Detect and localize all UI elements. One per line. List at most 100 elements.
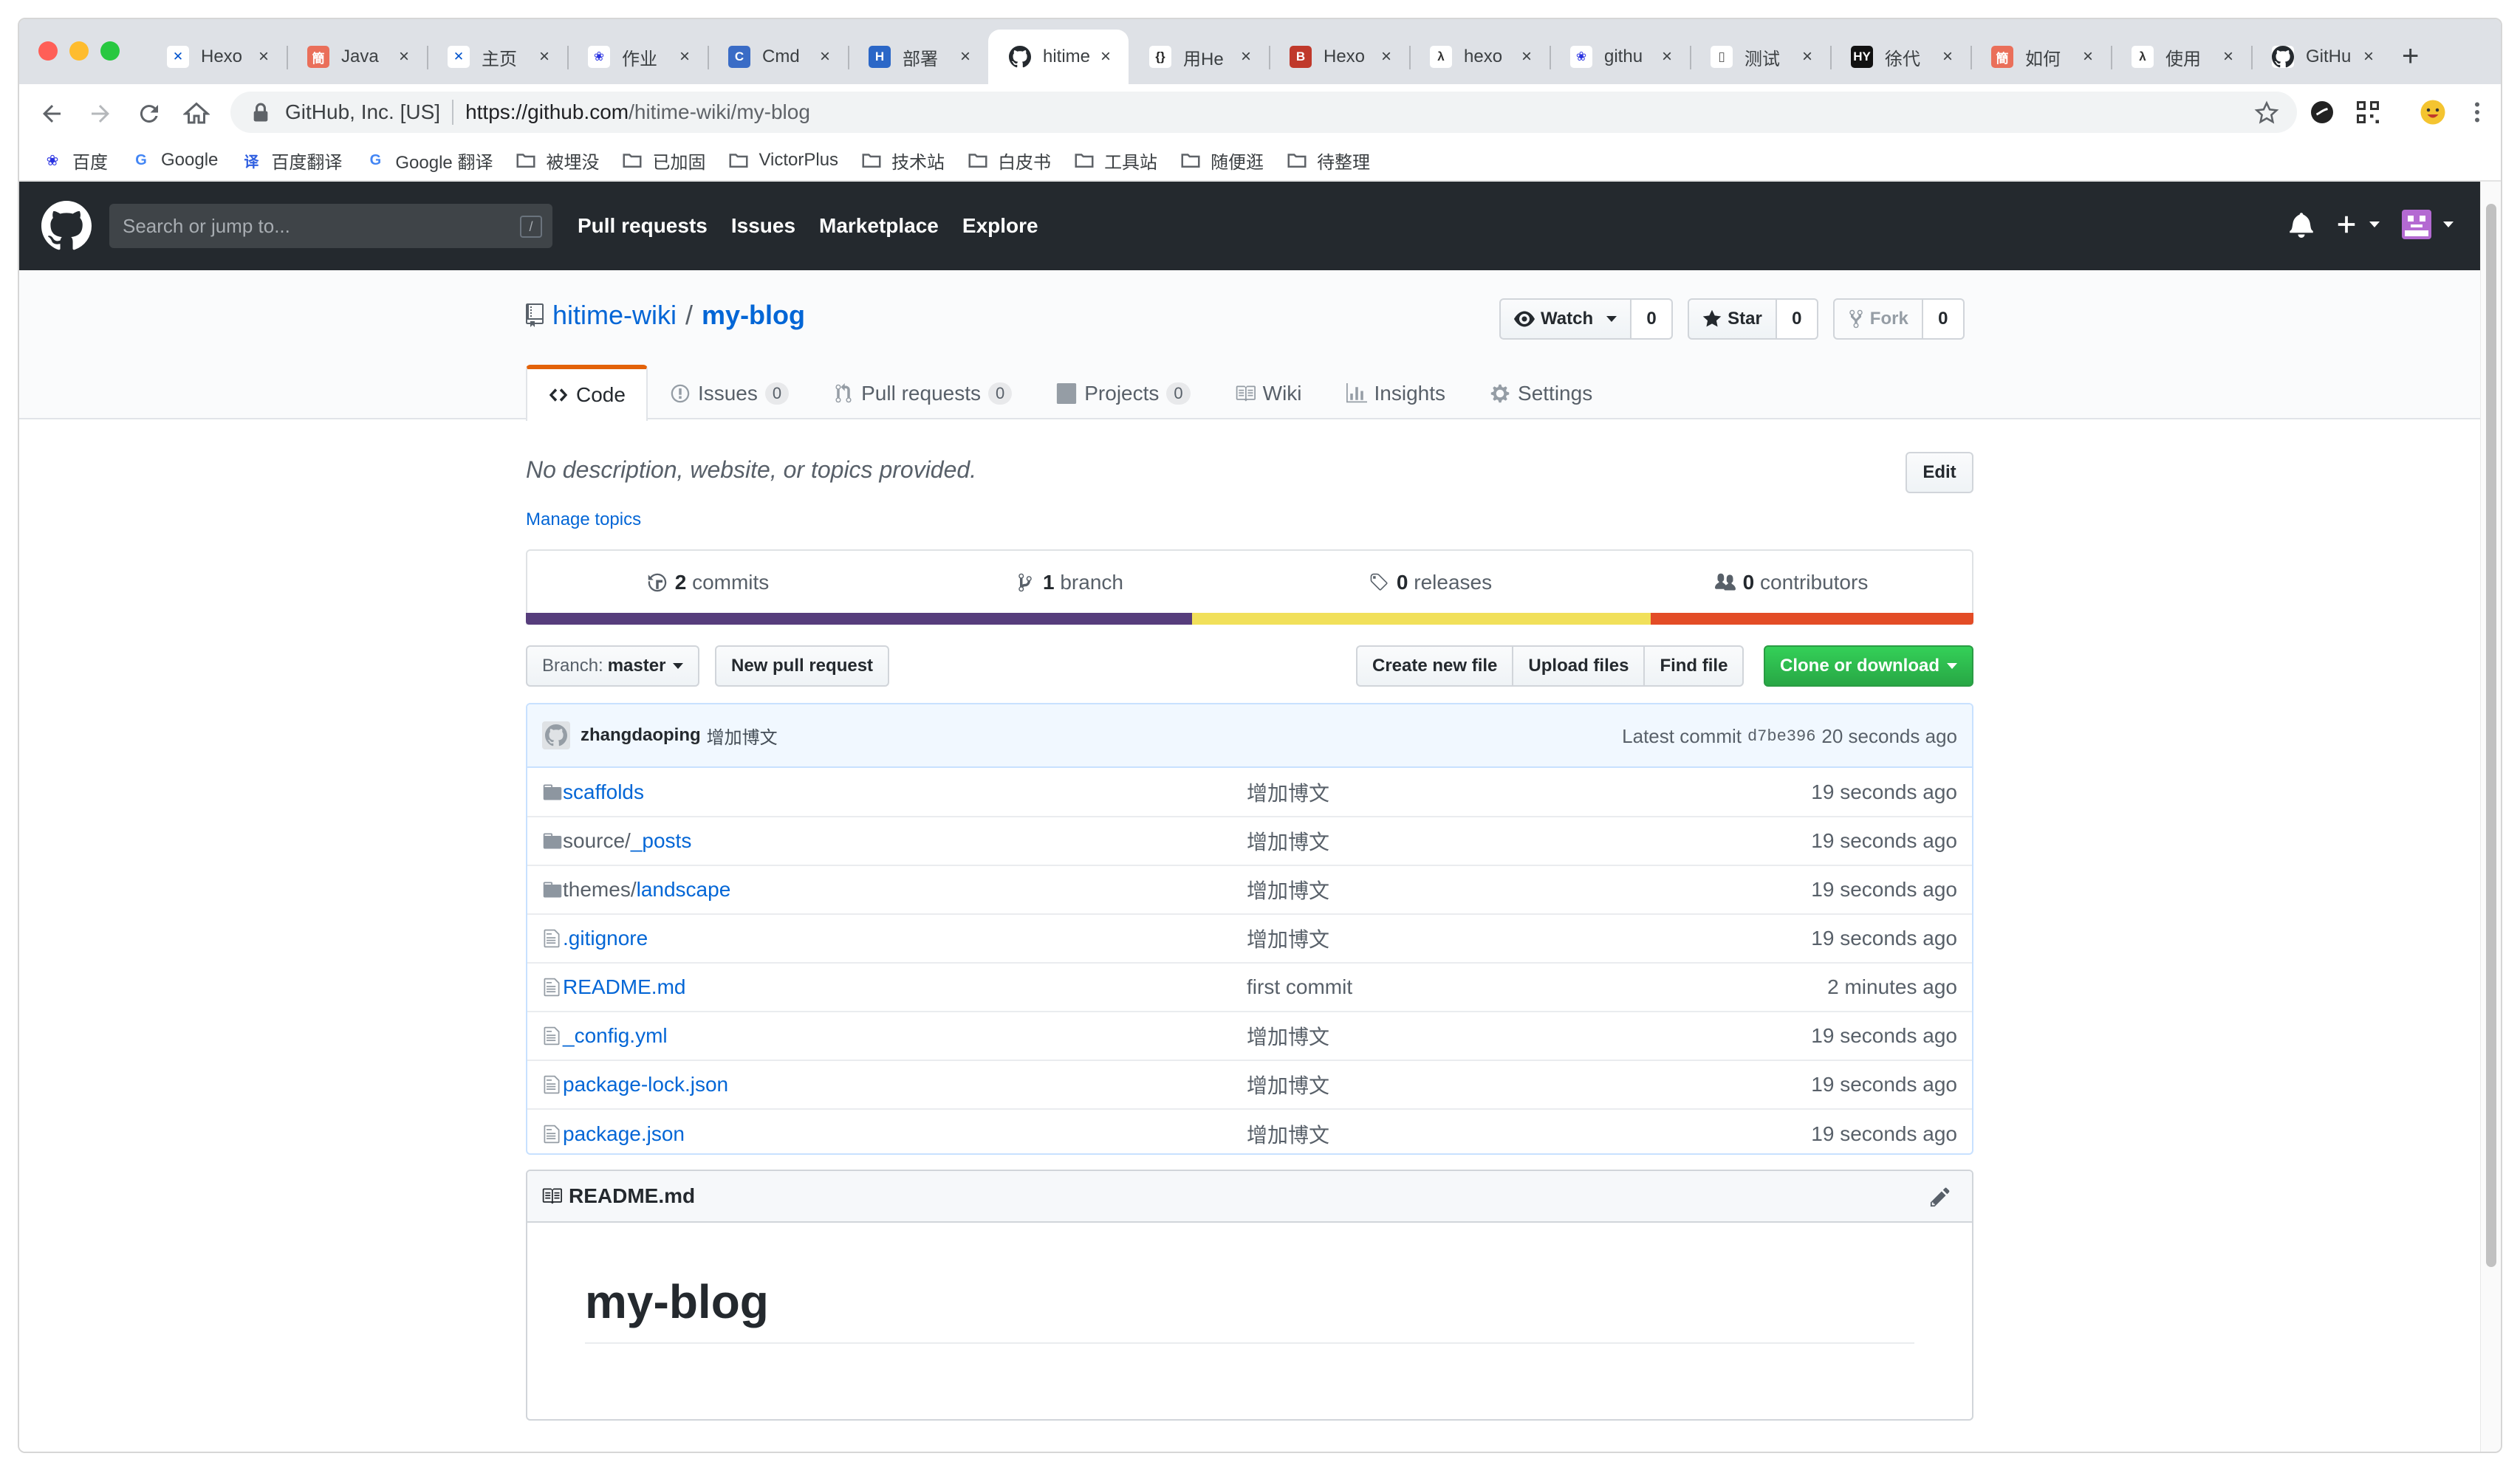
watch-button[interactable]: Watch bbox=[1499, 298, 1632, 340]
tab-issues[interactable]: Issues 0 bbox=[648, 365, 811, 421]
browser-tab[interactable]: ❀ githu × bbox=[1550, 30, 1690, 84]
nav-pull-requests[interactable]: Pull requests bbox=[578, 214, 708, 238]
star-count[interactable]: 0 bbox=[1776, 298, 1818, 340]
repo-owner-link[interactable]: hitime-wiki bbox=[552, 300, 677, 331]
browser-tab[interactable]: ✕ 主页 × bbox=[427, 30, 567, 84]
commit-sha-link[interactable]: d7be396 bbox=[1747, 727, 1815, 746]
tab-close-icon[interactable]: × bbox=[960, 47, 975, 67]
file-commit-message[interactable]: first commit bbox=[1247, 963, 1764, 1012]
bookmark-item[interactable]: 已加固 bbox=[621, 148, 705, 174]
file-link[interactable]: landscape bbox=[637, 878, 731, 901]
minimize-window-button[interactable] bbox=[69, 41, 89, 61]
github-octocat-logo-icon[interactable] bbox=[41, 201, 92, 251]
commit-author-link[interactable]: zhangdaoping bbox=[581, 725, 701, 746]
github-search-input[interactable] bbox=[123, 214, 507, 238]
branch-select-button[interactable]: Branch: master bbox=[526, 645, 700, 687]
tab-close-icon[interactable]: × bbox=[679, 47, 694, 67]
scrollbar-thumb[interactable] bbox=[2486, 204, 2496, 1267]
browser-tab[interactable]: 簡如何 × bbox=[1971, 30, 2111, 84]
pencil-edit-icon[interactable] bbox=[1929, 1186, 1951, 1208]
commit-message-link[interactable]: 增加博文 bbox=[707, 723, 778, 749]
file-path-prefix[interactable]: source/ bbox=[563, 829, 631, 852]
qr-code-icon[interactable] bbox=[2355, 99, 2381, 126]
language-segment[interactable] bbox=[526, 613, 1192, 625]
kebab-menu-icon[interactable] bbox=[2464, 99, 2490, 126]
tab-close-icon[interactable]: × bbox=[399, 47, 414, 67]
tab-code[interactable]: Code bbox=[526, 365, 648, 421]
releases-summary[interactable]: 0 releases bbox=[1250, 551, 1611, 614]
bookmark-item[interactable]: G Google bbox=[130, 149, 218, 171]
upload-files-button[interactable]: Upload files bbox=[1512, 645, 1646, 687]
browser-tab[interactable]: ▯ 测试 × bbox=[1690, 30, 1830, 84]
file-commit-message[interactable]: 增加博文 bbox=[1247, 1060, 1764, 1109]
file-path-prefix[interactable]: themes/ bbox=[563, 878, 637, 901]
address-bar[interactable]: GitHub, Inc. [US] https://github.com/hit… bbox=[230, 92, 2297, 133]
bookmark-item[interactable]: G Google 翻译 bbox=[364, 148, 493, 174]
tab-close-icon[interactable]: × bbox=[1521, 47, 1536, 67]
tab-close-icon[interactable]: × bbox=[2223, 47, 2238, 67]
browser-tab[interactable]: H 部署 × bbox=[848, 30, 988, 84]
browser-tab[interactable]: B Hexo × bbox=[1269, 30, 1409, 84]
back-arrow-icon[interactable] bbox=[38, 100, 65, 127]
browser-tab[interactable]: C Cmd × bbox=[708, 30, 848, 84]
reload-icon[interactable] bbox=[136, 100, 162, 127]
tab-close-icon[interactable]: × bbox=[2363, 47, 2378, 67]
tab-close-icon[interactable]: × bbox=[2083, 47, 2098, 67]
file-link[interactable]: _posts bbox=[631, 829, 692, 852]
tab-close-icon[interactable]: × bbox=[1381, 47, 1396, 67]
bookmark-star-icon[interactable] bbox=[2254, 100, 2279, 126]
fork-button[interactable]: Fork bbox=[1832, 298, 1923, 340]
commits-summary[interactable]: 2 commits bbox=[527, 551, 888, 614]
file-link[interactable]: scaffolds bbox=[563, 780, 644, 803]
browser-tab[interactable]: ❀ 作业 × bbox=[567, 30, 708, 84]
browser-tab[interactable]: λ hexo × bbox=[1409, 30, 1550, 84]
nav-explore[interactable]: Explore bbox=[962, 214, 1038, 238]
file-link[interactable]: _config.yml bbox=[563, 1024, 668, 1047]
star-button[interactable]: Star bbox=[1688, 298, 1777, 340]
user-menu-dropdown[interactable] bbox=[2402, 210, 2454, 239]
edit-description-button[interactable]: Edit bbox=[1906, 452, 1973, 493]
tab-close-icon[interactable]: × bbox=[1802, 47, 1817, 67]
close-window-button[interactable] bbox=[38, 41, 58, 61]
file-link[interactable]: README.md bbox=[563, 975, 685, 998]
file-commit-message[interactable]: 增加博文 bbox=[1247, 817, 1764, 865]
extension-dark-circle-icon[interactable] bbox=[2309, 99, 2335, 126]
browser-tab[interactable]: HY 徐代 × bbox=[1830, 30, 1971, 84]
file-commit-message[interactable]: 增加博文 bbox=[1247, 1012, 1764, 1060]
maximize-window-button[interactable] bbox=[100, 41, 120, 61]
tab-close-icon[interactable]: × bbox=[1942, 47, 1957, 67]
browser-tab[interactable]: 簡 Java × bbox=[287, 30, 427, 84]
bookmark-item[interactable]: 随便逛 bbox=[1179, 148, 1264, 174]
page-scrollbar[interactable] bbox=[2480, 182, 2501, 1452]
bookmark-item[interactable]: 译百度翻译 bbox=[240, 148, 342, 174]
commit-author-avatar[interactable] bbox=[542, 721, 570, 749]
file-link[interactable]: package-lock.json bbox=[563, 1073, 728, 1096]
clone-or-download-button[interactable]: Clone or download bbox=[1764, 645, 1973, 687]
tab-close-icon[interactable]: × bbox=[1241, 47, 1256, 67]
language-bar[interactable] bbox=[526, 613, 1973, 625]
fork-count[interactable]: 0 bbox=[1922, 298, 1965, 340]
browser-tab[interactable]: {} 用He × bbox=[1129, 30, 1269, 84]
bookmark-item[interactable]: ❀ 百度 bbox=[41, 148, 108, 174]
manage-topics-link[interactable]: Manage topics bbox=[526, 509, 641, 530]
tab-settings[interactable]: Settings bbox=[1468, 365, 1615, 421]
bookmark-item[interactable]: 待整理 bbox=[1286, 148, 1370, 174]
bookmark-item[interactable]: 白皮书 bbox=[967, 148, 1051, 174]
file-link[interactable]: .gitignore bbox=[563, 927, 648, 950]
browser-tab[interactable]: hitime × bbox=[988, 30, 1129, 84]
tab-close-icon[interactable]: × bbox=[539, 47, 554, 67]
create-new-file-button[interactable]: Create new file bbox=[1356, 645, 1514, 687]
bookmark-item[interactable]: VictorPlus bbox=[727, 149, 838, 171]
branch-summary[interactable]: 1 branch bbox=[888, 551, 1250, 614]
bell-notifications-icon[interactable] bbox=[2290, 211, 2313, 238]
github-search[interactable]: / bbox=[109, 204, 552, 248]
file-commit-message[interactable]: 增加博文 bbox=[1247, 914, 1764, 963]
new-tab-button[interactable]: + bbox=[2402, 41, 2419, 71]
profile-avatar-icon[interactable] bbox=[2420, 99, 2446, 126]
repo-name-link[interactable]: my-blog bbox=[702, 300, 805, 331]
tab-close-icon[interactable]: × bbox=[1662, 47, 1677, 67]
home-icon[interactable] bbox=[183, 100, 210, 127]
file-commit-message[interactable]: 增加博文 bbox=[1247, 865, 1764, 914]
create-new-dropdown[interactable] bbox=[2335, 213, 2380, 236]
contributors-summary[interactable]: 0 contributors bbox=[1611, 551, 1972, 614]
